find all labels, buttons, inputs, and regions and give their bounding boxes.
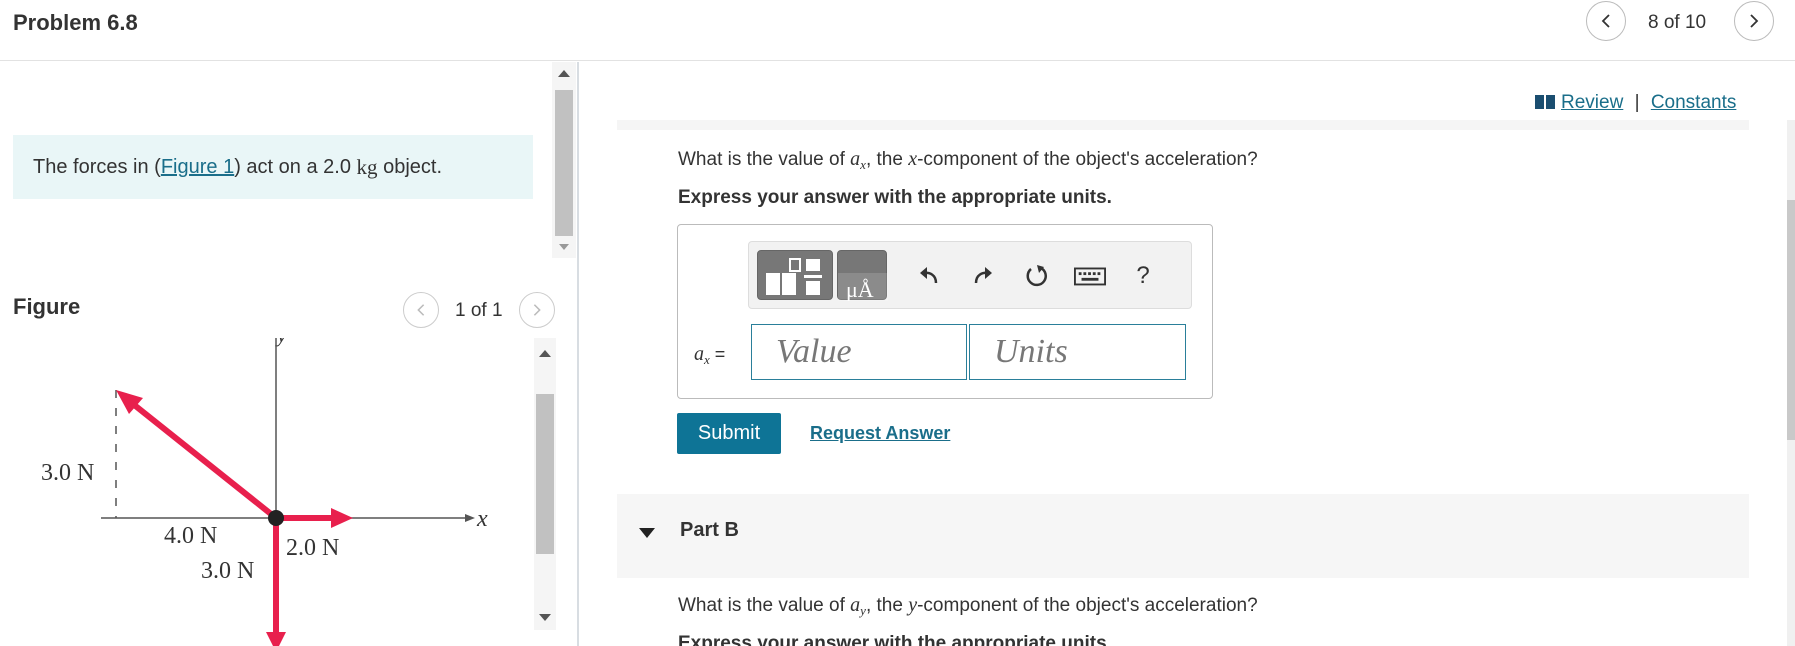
keyboard-button[interactable] bbox=[1073, 262, 1107, 290]
question-variable: ay bbox=[850, 594, 866, 618]
redo-icon bbox=[974, 267, 992, 284]
part-b-label: Part B bbox=[680, 519, 739, 541]
previous-figure-button[interactable] bbox=[403, 292, 439, 328]
question-mid: , the bbox=[865, 149, 903, 170]
force-arrowhead-down bbox=[266, 632, 286, 646]
question-mid: , the bbox=[865, 595, 903, 616]
units-button[interactable]: μÅ bbox=[837, 250, 888, 302]
templates-icon bbox=[766, 258, 822, 295]
submit-button[interactable]: Submit bbox=[677, 413, 781, 454]
question-component: y bbox=[908, 594, 918, 616]
scrollbar-thumb[interactable] bbox=[536, 394, 554, 554]
reset-icon bbox=[1026, 265, 1047, 287]
review-constants-links: Review | Constants bbox=[1535, 92, 1736, 114]
reset-button[interactable] bbox=[1023, 262, 1051, 290]
units-input[interactable] bbox=[969, 324, 1186, 380]
figure-position: 1 of 1 bbox=[455, 300, 503, 321]
scroll-down-arrow-icon[interactable] bbox=[559, 244, 569, 250]
y-axis-label: y bbox=[275, 338, 287, 347]
force-diagram: y x 3.0 N 4.0 N 2.0 N 3.0 N bbox=[13, 338, 531, 646]
units-icon-text: μÅ bbox=[846, 277, 874, 301]
intro-prefix: The forces in ( bbox=[33, 155, 161, 178]
figure-link[interactable]: Figure 1 bbox=[161, 156, 234, 179]
answer-variable-subscript: x bbox=[704, 352, 710, 367]
units-icon: μÅ bbox=[838, 273, 888, 302]
part-a-top-strip bbox=[617, 120, 1749, 130]
question-prefix: What is the value of bbox=[678, 149, 845, 170]
panel-divider[interactable] bbox=[577, 62, 579, 646]
force-label-4n: 4.0 N bbox=[164, 523, 217, 549]
chevron-right-icon bbox=[1750, 14, 1759, 28]
part-b-header[interactable]: Part B bbox=[617, 494, 1749, 578]
figure-scrollbar[interactable] bbox=[534, 338, 556, 630]
undo-button[interactable] bbox=[915, 262, 943, 290]
constants-link[interactable]: Constants bbox=[1651, 92, 1737, 113]
variable-symbol: a bbox=[850, 148, 861, 170]
question-variable: ax bbox=[850, 148, 866, 172]
answer-variable-label: ax = bbox=[694, 343, 725, 368]
scrollbar-thumb[interactable] bbox=[555, 90, 573, 236]
part-a-question: What is the value of ax, the x-component… bbox=[678, 148, 1258, 173]
problem-intro: The forces in (Figure 1) act on a 2.0 kg… bbox=[13, 135, 533, 199]
chevron-right-icon bbox=[533, 304, 541, 316]
next-figure-button[interactable] bbox=[519, 292, 555, 328]
help-button[interactable]: ? bbox=[1129, 262, 1157, 290]
part-b-question: What is the value of ay, the y-component… bbox=[678, 594, 1258, 619]
request-answer-link[interactable]: Request Answer bbox=[810, 423, 950, 444]
answer-box: μÅ ? ax = bbox=[677, 224, 1213, 399]
header: Problem 6.8 8 of 10 bbox=[0, 0, 1795, 61]
x-axis-label: x bbox=[476, 506, 488, 532]
intro-unit: kg bbox=[356, 154, 378, 179]
part-b-instruction: Express your answer with the appropriate… bbox=[678, 633, 1112, 646]
redo-button[interactable] bbox=[969, 262, 997, 290]
object-dot bbox=[268, 510, 284, 526]
intro-tail: object. bbox=[383, 155, 443, 178]
force-arrow-diagonal bbox=[121, 393, 278, 521]
scroll-up-arrow-icon[interactable] bbox=[539, 350, 551, 357]
next-problem-button[interactable] bbox=[1734, 1, 1774, 41]
equals-sign: = bbox=[714, 344, 726, 364]
answer-variable-symbol: a bbox=[694, 343, 704, 365]
main-scrollbar[interactable] bbox=[1787, 120, 1795, 646]
previous-problem-button[interactable] bbox=[1586, 1, 1626, 41]
review-link[interactable]: Review bbox=[1561, 92, 1623, 113]
x-axis-arrowhead bbox=[465, 514, 475, 522]
force-label-3n-vertical: 3.0 N bbox=[41, 460, 94, 486]
caret-down-icon[interactable] bbox=[639, 528, 655, 538]
undo-icon bbox=[920, 267, 938, 284]
force-label-2n: 2.0 N bbox=[286, 535, 339, 561]
value-input[interactable] bbox=[751, 324, 967, 380]
chevron-left-icon bbox=[1601, 14, 1610, 28]
problem-title: Problem 6.8 bbox=[13, 10, 138, 35]
question-suffix: -component of the object's acceleration? bbox=[917, 595, 1258, 616]
intro-scrollbar[interactable] bbox=[552, 62, 576, 258]
figure-heading: Figure bbox=[13, 294, 81, 319]
intro-suffix: ) act on a 2.0 bbox=[234, 155, 351, 178]
templates-button[interactable] bbox=[757, 250, 833, 300]
variable-symbol: a bbox=[850, 594, 861, 616]
book-icon bbox=[1535, 95, 1555, 109]
question-component: x bbox=[908, 148, 918, 170]
scroll-up-arrow-icon[interactable] bbox=[558, 70, 570, 77]
scroll-down-arrow-icon[interactable] bbox=[539, 614, 551, 621]
math-toolbar: μÅ ? bbox=[748, 241, 1192, 309]
force-diagram-svg: y x 3.0 N 4.0 N 2.0 N 3.0 N bbox=[41, 338, 488, 646]
chevron-left-icon bbox=[417, 304, 425, 316]
part-a-instruction: Express your answer with the appropriate… bbox=[678, 187, 1112, 208]
question-prefix: What is the value of bbox=[678, 595, 845, 616]
link-separator: | bbox=[1634, 92, 1640, 113]
question-suffix: -component of the object's acceleration? bbox=[917, 149, 1258, 170]
keyboard-icon bbox=[1074, 267, 1106, 286]
scrollbar-thumb[interactable] bbox=[1787, 200, 1795, 440]
force-label-3n-down: 3.0 N bbox=[201, 558, 254, 584]
force-arrowhead-right bbox=[331, 508, 353, 528]
problem-position: 8 of 10 bbox=[1648, 12, 1707, 33]
